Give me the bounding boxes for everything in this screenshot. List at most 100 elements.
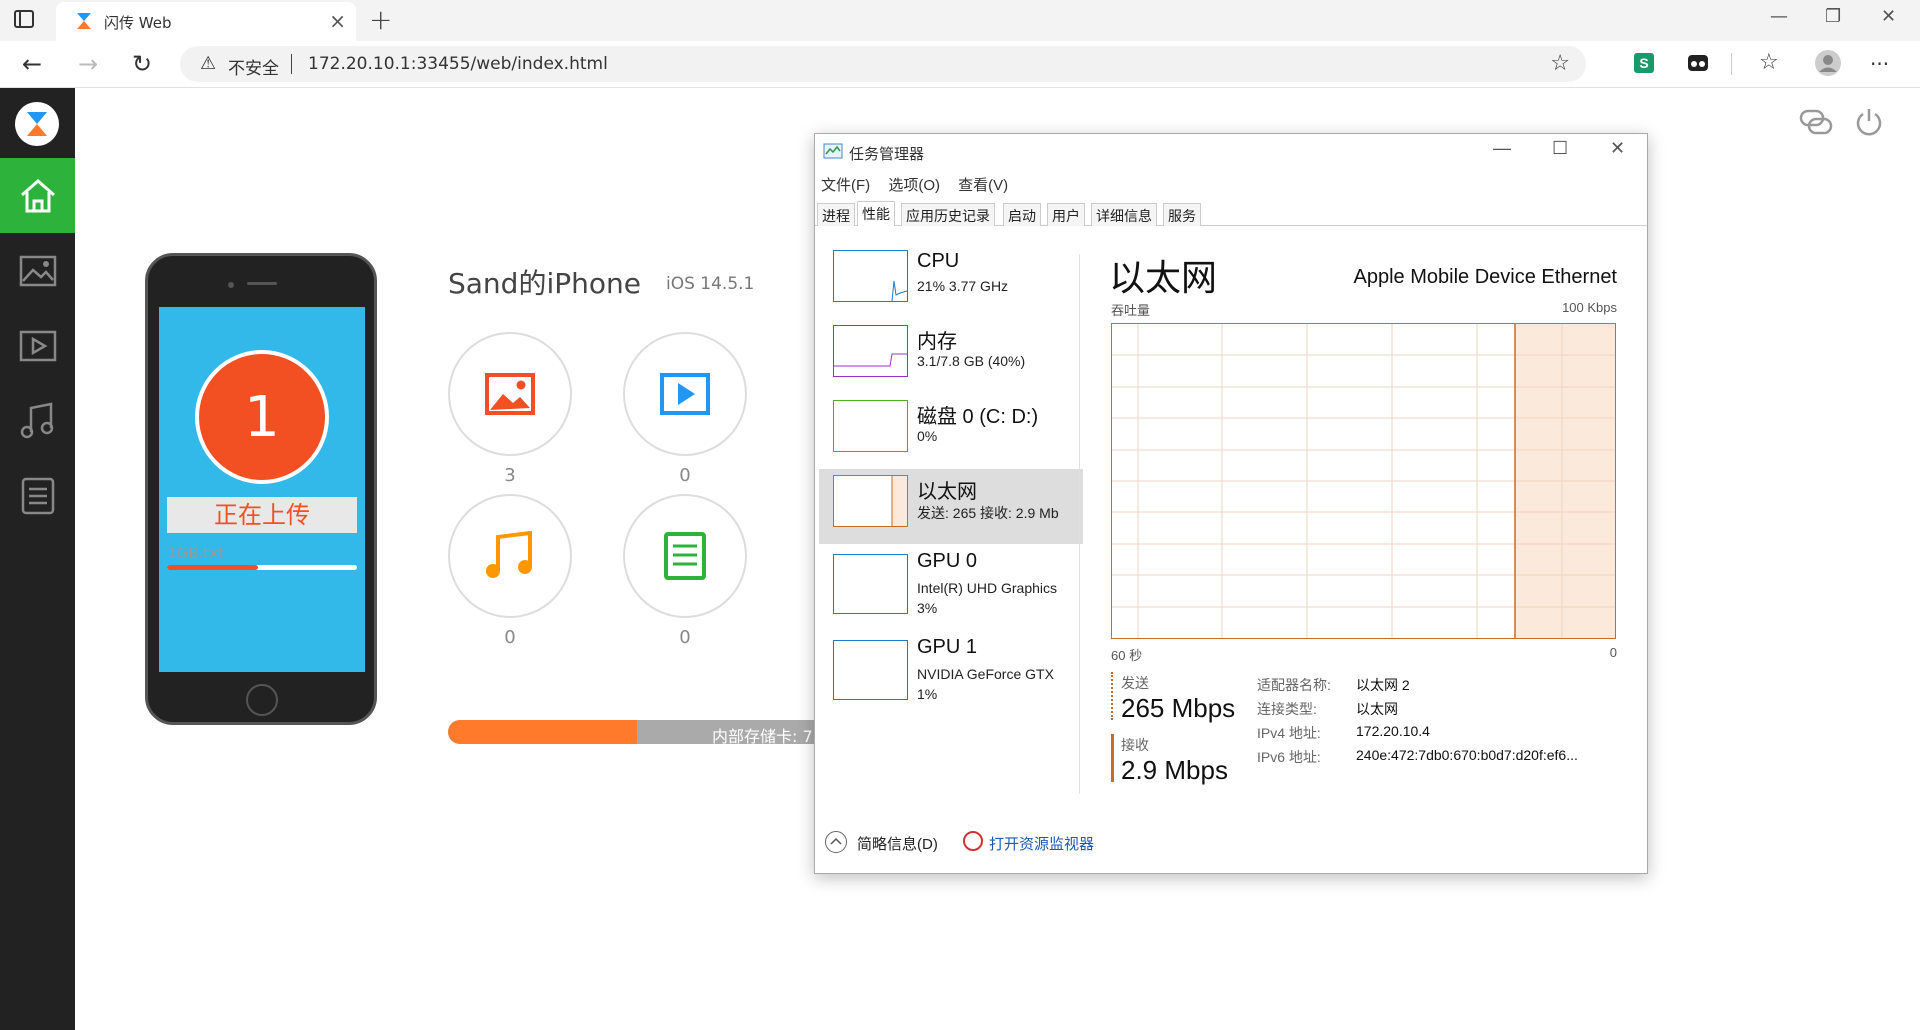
category-photos-button[interactable] — [448, 332, 572, 456]
favorites-icon[interactable]: ☆ — [1759, 50, 1779, 75]
category-videos-button[interactable] — [623, 332, 747, 456]
chevron-up-glyph — [830, 837, 842, 845]
sidebar-item-videos[interactable] — [0, 308, 75, 383]
perf-name-ethernet: 以太网 — [917, 481, 977, 503]
tab-processes[interactable]: 进程 — [817, 203, 855, 226]
tab-services[interactable]: 服务 — [1163, 203, 1201, 226]
sidebar-item-music[interactable] — [0, 383, 75, 458]
phone-camera — [228, 282, 234, 288]
category-documents-count: 0 — [679, 627, 691, 648]
perf-item-cpu[interactable]: CPU 21% 3.77 GHz — [819, 244, 1083, 319]
menu-view[interactable]: 查看(V) — [958, 177, 1008, 194]
file-progress-fill — [167, 565, 259, 570]
perf-item-ethernet[interactable]: 以太网 发送: 265 接收: 2.9 Mb — [819, 469, 1083, 544]
perf-sub-memory: 3.1/7.8 GB (40%) — [917, 353, 1026, 369]
address-bar[interactable]: ⚠ 不安全 172.20.10.1:33455/web/index.html ☆ — [180, 46, 1586, 82]
shareit-logo — [15, 102, 59, 146]
category-documents-button[interactable] — [623, 494, 747, 618]
tab-actions-icon[interactable] — [14, 10, 34, 28]
info-ipv4-label: IPv4 地址: — [1257, 725, 1321, 741]
app-sidebar — [0, 88, 75, 1030]
tm-titlebar[interactable]: 任务管理器 — ☐ ✕ — [815, 134, 1647, 168]
perf-item-gpu0[interactable]: GPU 0 Intel(R) UHD Graphics 3% — [819, 544, 1083, 630]
perf-sub-gpu1: NVIDIA GeForce GTX — [917, 666, 1054, 682]
more-menu-icon[interactable]: ··· — [1870, 52, 1889, 76]
perf-thumb-ethernet — [833, 475, 908, 527]
perf-sub-disk: 0% — [917, 428, 938, 444]
photo-icon — [485, 373, 535, 415]
sidebar-item-home[interactable] — [0, 158, 75, 233]
power-icon[interactable] — [1854, 107, 1884, 137]
tm-close-button[interactable]: ✕ — [1610, 138, 1625, 159]
tab-users[interactable]: 用户 — [1047, 203, 1085, 226]
receive-value: 2.9 Mbps — [1121, 755, 1228, 785]
tab-startup[interactable]: 启动 — [1003, 203, 1041, 226]
extension-s-icon[interactable]: S — [1634, 53, 1654, 73]
perf-item-memory[interactable]: 内存 3.1/7.8 GB (40%) — [819, 319, 1083, 394]
music-icon — [20, 401, 53, 438]
browser-tab-bar: 闪传 Web × + — ❐ ✕ — [0, 0, 1920, 41]
url-text[interactable]: 172.20.10.1:33455/web/index.html — [308, 54, 608, 74]
task-manager-window: 任务管理器 — ☐ ✕ 文件(F) 选项(O) 查看(V) 进程 性能 应用历史… — [814, 133, 1648, 874]
sidebar-item-photos[interactable] — [0, 233, 75, 308]
chevron-up-icon[interactable] — [825, 831, 847, 853]
phone-home-button — [246, 684, 278, 716]
security-label[interactable]: 不安全 — [228, 54, 279, 79]
menu-file[interactable]: 文件(F) — [821, 177, 870, 194]
graph-time-right: 0 — [1609, 645, 1617, 660]
window-close-button[interactable]: ✕ — [1881, 6, 1896, 27]
open-resource-monitor-link[interactable]: 打开资源监视器 — [989, 833, 1094, 854]
info-ipv6-label: IPv6 地址: — [1257, 749, 1321, 765]
category-music-button[interactable] — [448, 494, 572, 618]
tm-minimize-button[interactable]: — — [1493, 138, 1511, 159]
receive-indicator — [1111, 734, 1114, 782]
profile-avatar-icon[interactable] — [1815, 50, 1841, 76]
forward-button[interactable]: → — [78, 50, 98, 78]
document-list-icon — [664, 532, 706, 580]
menu-options[interactable]: 选项(O) — [888, 177, 940, 194]
phone-speaker — [247, 282, 277, 285]
browser-tab[interactable]: 闪传 Web × — [56, 2, 356, 41]
graph-time-left: 60 秒 — [1111, 648, 1143, 663]
tm-title: 任务管理器 — [849, 146, 925, 163]
tm-tab-strip: 进程 性能 应用历史记录 启动 用户 详细信息 服务 — [815, 201, 1647, 226]
perf-name-memory: 内存 — [917, 331, 957, 353]
storage-bar: 内部存储卡: 7 — [448, 720, 818, 744]
toolbar-divider — [1731, 53, 1732, 75]
perf-item-disk[interactable]: 磁盘 0 (C: D:) 0% — [819, 394, 1083, 469]
add-favorite-icon[interactable]: ☆ — [1550, 51, 1570, 76]
task-manager-icon — [823, 143, 843, 159]
category-videos-count: 0 — [679, 465, 691, 486]
phone-screen: 1 正在上传 1GB.txt — [159, 307, 365, 672]
perf-thumb-cpu — [833, 250, 908, 302]
send-value: 265 Mbps — [1121, 693, 1236, 723]
ethernet-title: 以太网 — [1109, 257, 1218, 298]
music-note-icon — [486, 531, 532, 578]
tab-details[interactable]: 详细信息 — [1091, 203, 1157, 226]
tm-maximize-button[interactable]: ☐ — [1552, 138, 1568, 159]
window-minimize-button[interactable]: — — [1770, 6, 1788, 27]
sidebar-item-documents[interactable] — [0, 458, 75, 533]
perf-sub-gpu0: Intel(R) UHD Graphics — [917, 580, 1058, 596]
address-toolbar: ← → ↻ ⚠ 不安全 172.20.10.1:33455/web/index.… — [0, 41, 1920, 88]
info-ipv6-value: 240e:472:7db0:670:b0d7:d20f:ef6... — [1356, 747, 1578, 763]
extension-mask-icon[interactable] — [1687, 53, 1709, 73]
perf-sub2-gpu1: 1% — [917, 686, 938, 702]
tab-performance[interactable]: 性能 — [857, 201, 895, 226]
perf-name-gpu1: GPU 1 — [917, 636, 978, 658]
tab-close-icon[interactable]: × — [329, 9, 346, 33]
connect-link-icon[interactable] — [1799, 107, 1833, 137]
storage-bar-fill — [448, 720, 637, 744]
upload-count-badge[interactable]: 1 — [195, 350, 329, 484]
perf-item-gpu1[interactable]: GPU 1 NVIDIA GeForce GTX 1% — [819, 630, 1083, 716]
back-button[interactable]: ← — [22, 50, 42, 78]
fewer-details-button[interactable]: 简略信息(D) — [857, 833, 938, 854]
new-tab-button[interactable]: + — [369, 3, 392, 36]
throughput-label: 吞吐量 — [1111, 303, 1151, 318]
category-music-count: 0 — [504, 627, 516, 648]
window-restore-button[interactable]: ❐ — [1825, 6, 1841, 27]
reload-button[interactable]: ↻ — [132, 50, 152, 78]
image-icon — [19, 255, 56, 286]
receive-label: 接收 — [1121, 737, 1149, 753]
tab-app-history[interactable]: 应用历史记录 — [901, 203, 995, 226]
